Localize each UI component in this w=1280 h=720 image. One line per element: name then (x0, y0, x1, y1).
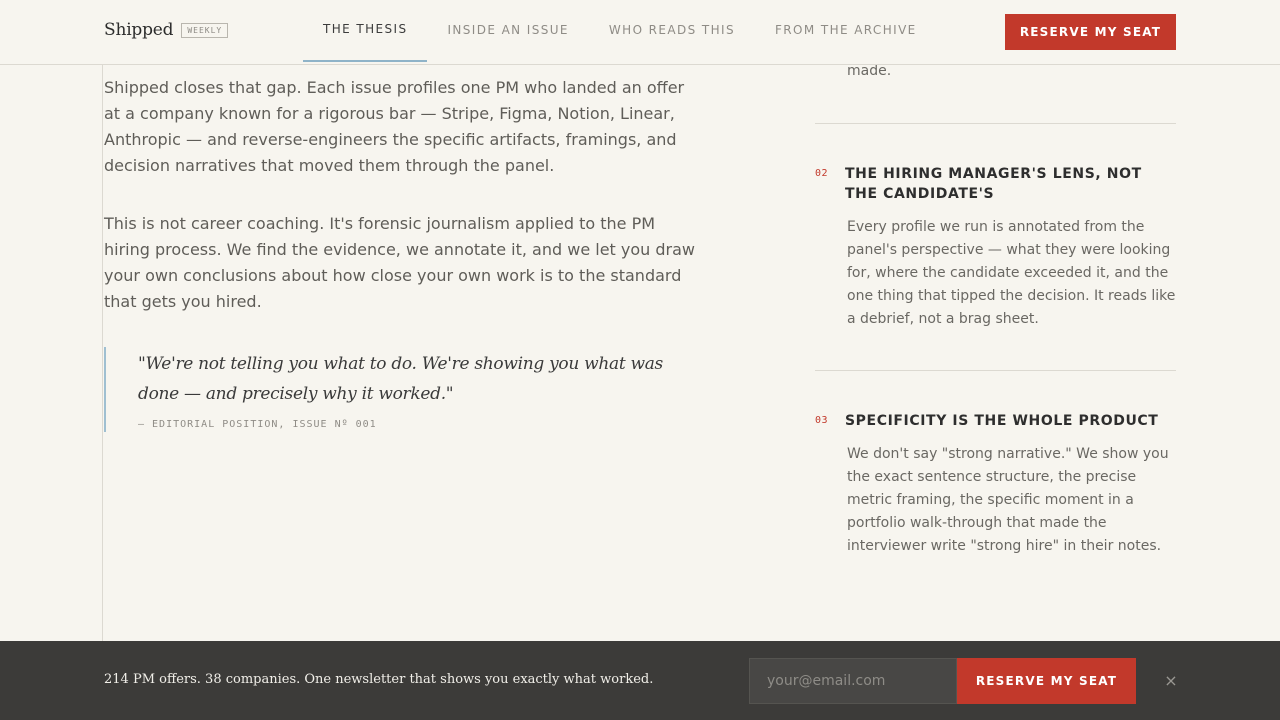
editorial-quote: "We're not telling you what to do. We're… (104, 347, 704, 432)
thesis-paragraph-1: Shipped closes that gap. Each issue prof… (104, 78, 685, 175)
principle-title: Specificity is the whole product (845, 413, 1159, 429)
site-header: Shipped WEEKLY The Thesis Inside an Issu… (0, 0, 1280, 65)
divider (815, 370, 1176, 371)
nav-item-from-the-archive[interactable]: From the Archive (755, 0, 937, 62)
principle-body: Every profile we run is annotated from t… (847, 219, 1176, 327)
quote-text: "We're not telling you what to do. We're… (138, 354, 663, 404)
signup-bar-text: 214 PM offers. 38 companies. One newslet… (104, 672, 654, 687)
primary-nav: The Thesis Inside an Issue Who Reads Thi… (303, 0, 937, 62)
brand[interactable]: Shipped WEEKLY (104, 20, 229, 40)
left-column-rule (102, 65, 103, 641)
nav-item-who-reads-this[interactable]: Who Reads This (589, 0, 755, 62)
thesis-paragraph-2: This is not career coaching. It's forens… (104, 214, 695, 311)
email-field[interactable] (749, 658, 957, 704)
principle-body: We don't say "strong narrative." We show… (847, 446, 1169, 554)
brand-badge: WEEKLY (181, 22, 229, 38)
signup-bar: 214 PM offers. 38 companies. One newslet… (0, 641, 1280, 720)
nav-item-inside-an-issue[interactable]: Inside an Issue (427, 0, 588, 62)
quote-attribution: — EDITORIAL POSITION, ISSUE Nº 001 (138, 419, 377, 430)
brand-name: Shipped (104, 20, 174, 40)
principle-title: The hiring manager's lens, not the candi… (845, 166, 1142, 202)
thesis-body: Shipped closes that gap. Each issue prof… (104, 75, 704, 432)
signup-reserve-seat-button[interactable]: RESERVE MY SEAT (957, 658, 1136, 704)
close-icon[interactable]: × (1160, 669, 1182, 691)
header-reserve-seat-button[interactable]: RESERVE MY SEAT (1005, 14, 1176, 50)
nav-item-the-thesis[interactable]: The Thesis (303, 0, 428, 62)
principle-item: 02 The hiring manager's lens, not the ca… (815, 164, 1176, 331)
principle-number: 02 (815, 168, 829, 179)
divider (815, 123, 1176, 124)
principle-number: 03 (815, 415, 829, 426)
principle-item: 03 Specificity is the whole product We d… (815, 411, 1176, 558)
